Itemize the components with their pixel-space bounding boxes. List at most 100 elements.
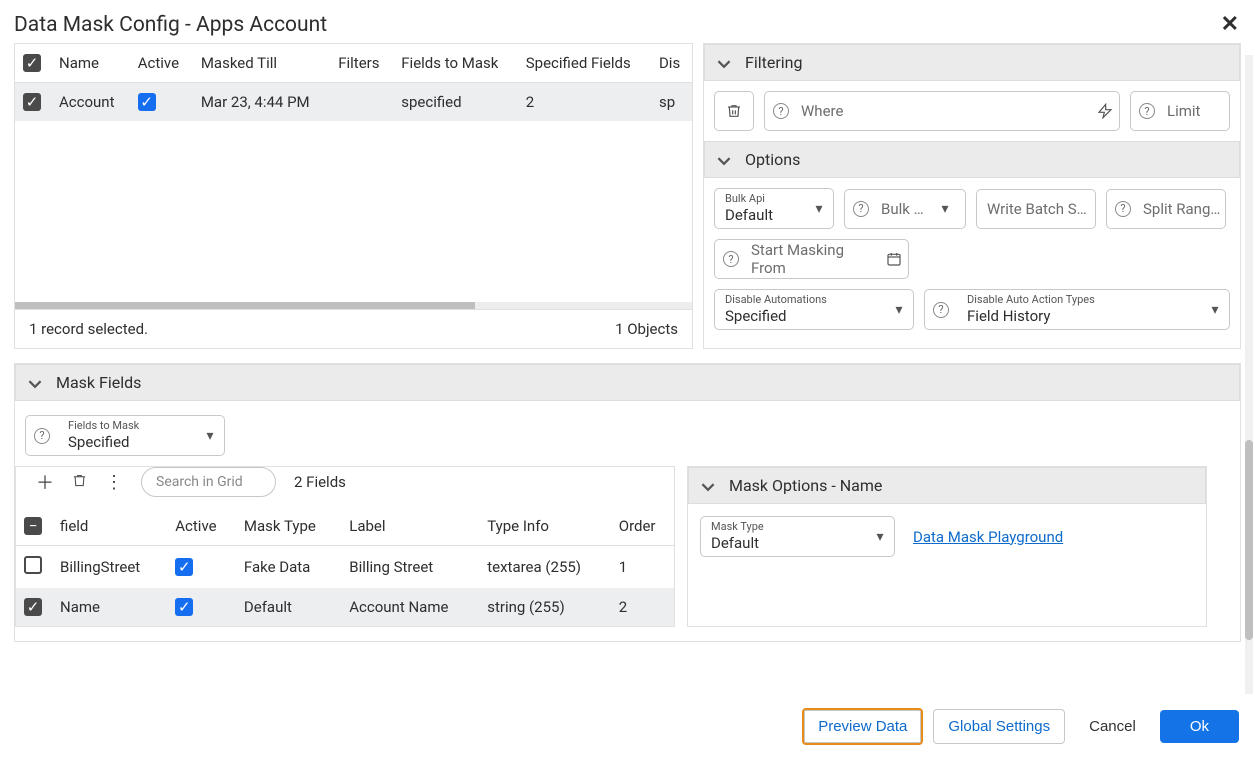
mask-options-label: Mask Options - Name bbox=[729, 476, 882, 495]
trash-icon[interactable] bbox=[72, 472, 87, 493]
cell-mask-type: Default bbox=[236, 588, 341, 626]
help-icon: ? bbox=[853, 201, 869, 217]
split-range-placeholder: Split Rang… bbox=[1139, 190, 1225, 228]
disable-automations-select[interactable]: Disable Automations Specified ▾ bbox=[714, 289, 914, 330]
trash-button[interactable] bbox=[714, 91, 754, 131]
header-checkbox-mixed[interactable]: − bbox=[24, 517, 42, 535]
bolt-icon[interactable] bbox=[1091, 103, 1119, 119]
field-row[interactable]: BillingStreet ✓ Fake Data Billing Street… bbox=[16, 546, 674, 589]
cancel-button[interactable]: Cancel bbox=[1075, 710, 1150, 743]
disable-auto-value: Specified bbox=[725, 305, 875, 325]
mask-fields-header[interactable]: Mask Fields bbox=[15, 364, 1240, 401]
col-label[interactable]: Label bbox=[341, 507, 479, 546]
caret-down-icon: ▾ bbox=[1201, 302, 1229, 318]
caret-down-icon: ▾ bbox=[866, 529, 894, 545]
write-batch-input[interactable]: Write Batch S… bbox=[976, 189, 1096, 229]
mask-fields-section: Mask Fields ? Fields to Mask Specified ▾… bbox=[14, 363, 1241, 642]
help-icon: ? bbox=[723, 251, 739, 267]
preview-data-button[interactable]: Preview Data bbox=[802, 708, 923, 745]
close-icon[interactable]: ✕ bbox=[1221, 12, 1239, 37]
cell-active[interactable]: ✓ bbox=[175, 558, 193, 576]
filtering-header[interactable]: Filtering bbox=[704, 44, 1240, 81]
limit-input[interactable]: ? Limit bbox=[1130, 91, 1230, 131]
help-icon: ? bbox=[34, 428, 50, 444]
cell-name: Account bbox=[51, 83, 130, 122]
disable-action-value: Field History bbox=[967, 305, 1191, 325]
col-mask-type[interactable]: Mask Type bbox=[236, 507, 341, 546]
options-header[interactable]: Options bbox=[704, 141, 1240, 178]
col-name[interactable]: Name bbox=[51, 44, 130, 83]
cell-label: Account Name bbox=[341, 588, 479, 626]
caret-down-icon: ▾ bbox=[805, 201, 833, 217]
cell-type-info: string (255) bbox=[479, 588, 611, 626]
mask-options-panel: Mask Options - Name Mask Type Default ▾ … bbox=[687, 466, 1207, 627]
ok-button[interactable]: Ok bbox=[1160, 710, 1239, 743]
disable-action-select[interactable]: ? Disable Auto Action Types Field Histor… bbox=[924, 289, 1230, 330]
fields-to-mask-label: Fields to Mask bbox=[68, 420, 186, 431]
calendar-icon[interactable] bbox=[880, 251, 908, 267]
fields-to-mask-select[interactable]: ? Fields to Mask Specified ▾ bbox=[25, 415, 225, 456]
cell-active[interactable]: ✓ bbox=[175, 598, 193, 616]
col-active[interactable]: Active bbox=[167, 507, 236, 546]
help-icon: ? bbox=[933, 302, 949, 318]
col-specified-fields[interactable]: Specified Fields bbox=[518, 44, 651, 83]
search-input[interactable]: Search in Grid bbox=[141, 467, 276, 497]
limit-placeholder: Limit bbox=[1163, 92, 1229, 130]
mask-fields-label: Mask Fields bbox=[56, 373, 141, 392]
write-batch-placeholder: Write Batch S… bbox=[977, 190, 1095, 228]
object-row[interactable]: ✓ Account ✓ Mar 23, 4:44 PM specified 2 … bbox=[15, 83, 692, 122]
bulk-input[interactable]: ? Bulk … ▾ bbox=[844, 189, 966, 229]
bulk-api-value: Default bbox=[725, 204, 795, 224]
playground-link[interactable]: Data Mask Playground bbox=[913, 528, 1063, 546]
caret-down-icon: ▾ bbox=[885, 302, 913, 318]
cell-mask-type: Fake Data bbox=[236, 546, 341, 589]
cell-type-info: textarea (255) bbox=[479, 546, 611, 589]
col-dis[interactable]: Dis bbox=[651, 44, 692, 83]
cell-fields-to-mask: specified bbox=[393, 83, 518, 122]
mask-options-header[interactable]: Mask Options - Name bbox=[688, 467, 1206, 504]
config-panel: Filtering ? Where ? Limit Options bbox=[703, 43, 1241, 349]
disable-auto-label: Disable Automations bbox=[725, 294, 875, 305]
cell-dis: sp bbox=[651, 83, 692, 122]
col-fields-to-mask[interactable]: Fields to Mask bbox=[393, 44, 518, 83]
col-masked-till[interactable]: Masked Till bbox=[193, 44, 330, 83]
col-order[interactable]: Order bbox=[611, 507, 674, 546]
fields-grid: ＋ ⋮ Search in Grid 2 Fields − field Acti… bbox=[15, 466, 675, 627]
row-checkbox[interactable] bbox=[24, 556, 42, 574]
col-field[interactable]: field bbox=[52, 507, 167, 546]
fields-to-mask-value: Specified bbox=[68, 431, 186, 451]
cell-field: BillingStreet bbox=[52, 546, 167, 589]
cell-order: 2 bbox=[611, 588, 674, 626]
vertical-scrollbar-thumb[interactable] bbox=[1245, 440, 1253, 640]
cell-masked-till: Mar 23, 4:44 PM bbox=[193, 83, 330, 122]
objects-panel: ✓ Name Active Masked Till Filters Fields… bbox=[14, 43, 693, 349]
mask-type-label: Mask Type bbox=[711, 521, 856, 532]
chevron-down-icon bbox=[717, 56, 731, 70]
cell-field: Name bbox=[52, 588, 167, 626]
field-row[interactable]: ✓ Name ✓ Default Account Name string (25… bbox=[16, 588, 674, 626]
cell-filters bbox=[330, 83, 393, 122]
bulk-api-select[interactable]: Bulk Api Default ▾ bbox=[714, 188, 834, 229]
start-masking-input[interactable]: ? Start Masking From bbox=[714, 239, 909, 279]
row-checkbox[interactable]: ✓ bbox=[23, 93, 41, 111]
help-icon: ? bbox=[773, 103, 789, 119]
chevron-down-icon bbox=[28, 376, 42, 390]
add-icon[interactable]: ＋ bbox=[36, 469, 54, 495]
col-active[interactable]: Active bbox=[130, 44, 193, 83]
objects-table: ✓ Name Active Masked Till Filters Fields… bbox=[15, 44, 692, 121]
mask-type-select[interactable]: Mask Type Default ▾ bbox=[700, 516, 895, 557]
caret-down-icon: ▾ bbox=[196, 428, 224, 444]
split-range-input[interactable]: ? Split Rang… bbox=[1106, 189, 1226, 229]
horizontal-scrollbar[interactable] bbox=[15, 302, 692, 309]
kebab-icon[interactable]: ⋮ bbox=[105, 472, 123, 493]
where-input[interactable]: ? Where bbox=[764, 91, 1120, 131]
filtering-label: Filtering bbox=[745, 53, 802, 72]
cell-active[interactable]: ✓ bbox=[138, 93, 156, 111]
objects-count: 1 Objects bbox=[615, 320, 678, 338]
row-checkbox[interactable]: ✓ bbox=[24, 598, 42, 616]
col-type-info[interactable]: Type Info bbox=[479, 507, 611, 546]
col-filters[interactable]: Filters bbox=[330, 44, 393, 83]
caret-down-icon: ▾ bbox=[931, 201, 959, 217]
header-checkbox[interactable]: ✓ bbox=[23, 54, 41, 72]
global-settings-button[interactable]: Global Settings bbox=[933, 709, 1065, 744]
